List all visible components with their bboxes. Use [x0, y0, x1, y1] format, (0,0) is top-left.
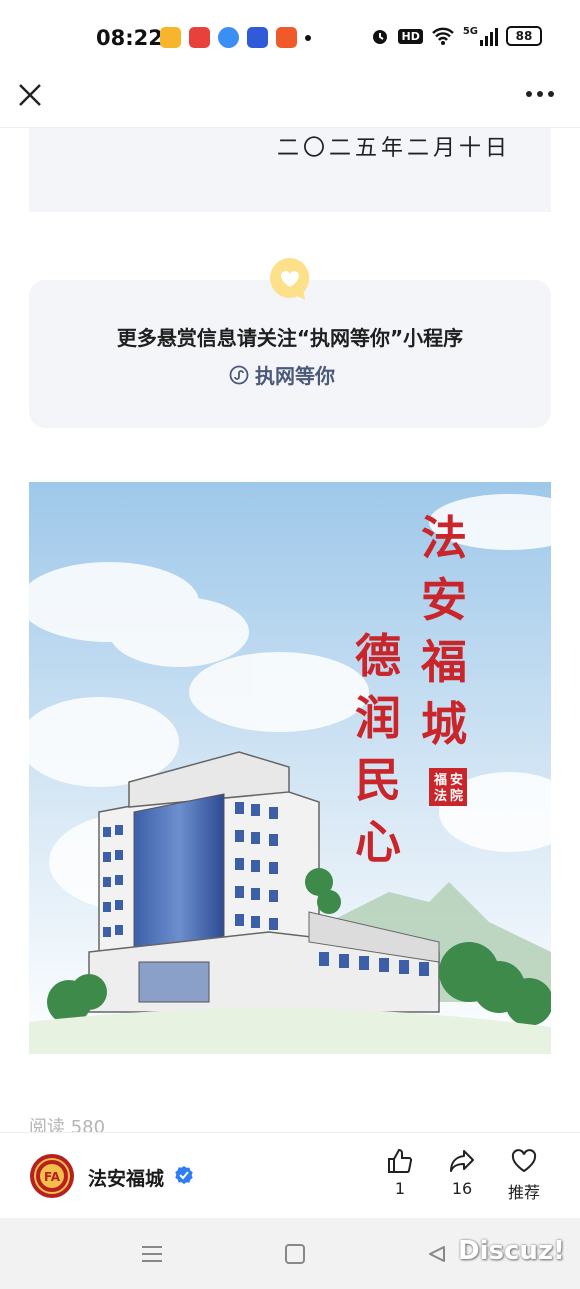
- article-top-bar: [0, 70, 580, 128]
- heart-badge-icon: [270, 258, 310, 300]
- calligraphy-char: 安: [421, 573, 467, 627]
- play-app-icon: [276, 27, 297, 48]
- heart-icon: [511, 1149, 537, 1173]
- poster-image: 法 安 福 城 德 润 民 心 安 福 院 法: [29, 482, 551, 1054]
- calligraphy-char: 润: [355, 691, 401, 745]
- wifi-icon: [431, 27, 454, 45]
- hd-icon: HD: [398, 28, 423, 44]
- cell-signal-icon: 5G: [463, 26, 498, 46]
- home-icon[interactable]: [285, 1244, 305, 1264]
- feather-app-icon: [218, 27, 239, 48]
- article-action-bar: FA 法安福城 1 16 推荐: [0, 1132, 580, 1218]
- system-nav-bar: Discuz!: [0, 1218, 580, 1289]
- alarm-icon: [373, 30, 388, 44]
- article-date: 二〇二五年二月十日: [276, 136, 511, 161]
- calligraphy-char: 法: [421, 511, 467, 565]
- account-name[interactable]: 法安福城: [88, 1164, 164, 1191]
- network-type-label: 5G: [462, 26, 478, 37]
- like-button[interactable]: 1: [372, 1147, 428, 1198]
- close-icon[interactable]: [16, 81, 44, 109]
- thumbs-up-icon: [388, 1148, 413, 1173]
- video-app-icon: [160, 27, 181, 48]
- mini-program-link[interactable]: 执网等你: [229, 360, 335, 389]
- more-notifications-icon: [305, 35, 311, 41]
- share-arrow-icon: [450, 1150, 474, 1172]
- back-icon[interactable]: [427, 1244, 447, 1264]
- system-indicators: HD 5G 88: [370, 26, 542, 46]
- share-button[interactable]: 16: [434, 1147, 490, 1198]
- mini-program-card[interactable]: 更多悬赏信息请关注“执网等你”小程序 执网等你: [29, 280, 551, 428]
- calligraphy-char: 德: [355, 629, 401, 683]
- watermark: Discuz!: [458, 1236, 565, 1266]
- like-count: 1: [394, 1179, 406, 1198]
- calligraphy-char: 心: [355, 815, 401, 869]
- court-seal: 安 福 院 法: [429, 768, 467, 806]
- svg-text:FA: FA: [44, 1170, 61, 1184]
- notification-icons: [160, 27, 311, 48]
- verified-badge-icon: [175, 1166, 193, 1184]
- calligraphy-char: 民: [355, 753, 401, 807]
- status-bar: 08:22 HD 5G 88: [0, 0, 580, 70]
- mini-program-icon: [229, 365, 249, 384]
- calligraphy-char: 福: [420, 635, 467, 689]
- recent-apps-icon[interactable]: [140, 1244, 164, 1264]
- baidu-app-icon: [247, 27, 268, 48]
- toutiao-app-icon: [189, 27, 210, 48]
- date-card: 二〇二五年二月十日: [29, 128, 551, 212]
- promo-text: 更多悬赏信息请关注“执网等你”小程序: [116, 326, 464, 350]
- calligraphy-char: 城: [421, 697, 467, 751]
- recommend-button[interactable]: 推荐: [496, 1147, 552, 1203]
- mini-program-label: 执网等你: [255, 364, 335, 388]
- share-count: 16: [451, 1179, 473, 1198]
- clock: 08:22: [96, 26, 163, 50]
- recommend-label: 推荐: [507, 1183, 540, 1202]
- poster-illustration: 法 安 福 城 德 润 民 心 安 福 院 法: [29, 482, 551, 1054]
- battery-icon: 88: [506, 26, 542, 46]
- more-options-icon[interactable]: [524, 82, 556, 106]
- account-avatar[interactable]: FA: [29, 1153, 75, 1199]
